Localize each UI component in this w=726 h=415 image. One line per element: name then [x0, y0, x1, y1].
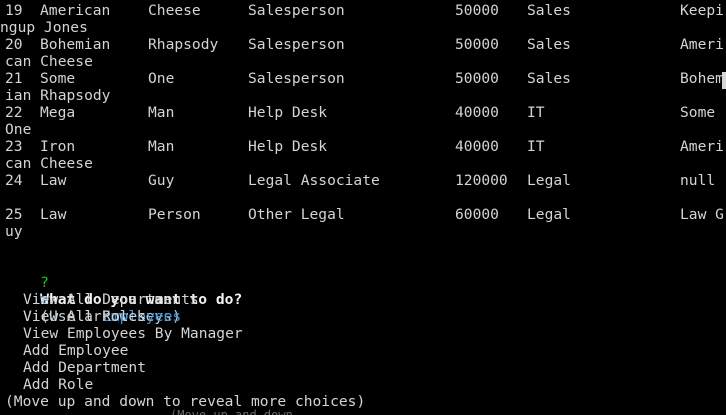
employee-salary: 50000	[455, 2, 499, 19]
scrolled-text-fragment: (Move up and down	[170, 408, 293, 415]
wrapped-line: can Cheese	[5, 53, 93, 70]
employee-department: IT	[527, 104, 545, 121]
employee-manager: Ameri	[680, 36, 724, 53]
employee-id: 22	[5, 104, 23, 121]
employee-department: IT	[527, 138, 545, 155]
employee-id: 23	[5, 138, 23, 155]
employee-last-name: Man	[148, 138, 175, 155]
employee-salary: 40000	[455, 138, 499, 155]
menu-item[interactable]: View Employees By Manager	[23, 325, 243, 342]
prompt-line: ? What do you want to do? (Use arrow key…	[5, 257, 242, 325]
employee-role: Help Desk	[248, 104, 328, 121]
employee-salary: 40000	[455, 104, 499, 121]
employee-role: Salesperson	[248, 70, 345, 87]
employee-salary: 120000	[455, 172, 508, 189]
employee-manager: Ameri	[680, 138, 724, 155]
employee-role: Legal Associate	[248, 172, 380, 189]
table-row: 20 Bohemian Rhapsody Salesperson 50000 S…	[5, 36, 724, 53]
employee-id: 21	[5, 70, 23, 87]
employee-department: Legal	[527, 206, 571, 223]
menu-item[interactable]: Add Employee	[23, 342, 128, 359]
employee-role: Other Legal	[248, 206, 345, 223]
employee-manager: Some	[680, 104, 716, 121]
employee-salary: 50000	[455, 36, 499, 53]
employee-id: 24	[5, 172, 23, 189]
employee-first-name: Law	[40, 172, 67, 189]
employee-first-name: American	[40, 2, 111, 19]
table-row: 19 American Cheese Salesperson 50000 Sal…	[5, 2, 724, 19]
menu-item-selected[interactable]: > View All Employees	[5, 274, 181, 325]
table-row: 21 Some One Salesperson 50000 Sales Bohe…	[5, 70, 724, 87]
employee-first-name: Bohemian	[40, 36, 111, 53]
employee-last-name: Cheese	[148, 2, 201, 19]
wrapped-line: One	[5, 121, 32, 138]
employee-last-name: Rhapsody	[148, 36, 219, 53]
employee-role: Salesperson	[248, 2, 345, 19]
employee-id: 25	[5, 206, 23, 223]
table-row: 24 Law Guy Legal Associate 120000 Legal …	[5, 172, 715, 189]
employee-first-name: Mega	[40, 104, 76, 121]
employee-id: 20	[5, 36, 23, 53]
employee-last-name: Man	[148, 104, 175, 121]
table-row: 22 Mega Man Help Desk 40000 IT Some	[5, 104, 715, 121]
employee-last-name: Guy	[148, 172, 175, 189]
employee-role: Salesperson	[248, 36, 345, 53]
employee-department: Sales	[527, 36, 571, 53]
employee-role: Help Desk	[248, 138, 328, 155]
employee-manager: Law G	[680, 206, 724, 223]
terminal-window[interactable]: 19 American Cheese Salesperson 50000 Sal…	[0, 0, 726, 415]
employee-salary: 60000	[455, 206, 499, 223]
employee-department: Legal	[527, 172, 571, 189]
employee-id: 19	[5, 2, 23, 19]
employee-first-name: Iron	[40, 138, 76, 155]
employee-last-name: One	[148, 70, 175, 87]
menu-item[interactable]: View All Roles	[23, 308, 146, 325]
employee-first-name: Law	[40, 206, 67, 223]
menu-item[interactable]: Add Department	[23, 359, 146, 376]
text-cursor	[722, 72, 726, 89]
employee-department: Sales	[527, 2, 571, 19]
menu-item[interactable]: Add Role	[23, 376, 93, 393]
employee-first-name: Some	[40, 70, 76, 87]
menu-item[interactable]: View All Departments	[23, 291, 199, 308]
table-row: 23 Iron Man Help Desk 40000 IT Ameri	[5, 138, 724, 155]
wrapped-line: can Cheese	[5, 155, 93, 172]
employee-manager: null	[680, 172, 716, 189]
table-row: 25 Law Person Other Legal 60000 Legal La…	[5, 206, 724, 223]
employee-last-name: Person	[148, 206, 201, 223]
wrapped-line: ian Rhapsody	[5, 87, 111, 104]
wrapped-line: uy	[5, 223, 23, 240]
employee-manager: Keepi	[680, 2, 724, 19]
wrapped-line: ngup Jones	[0, 19, 88, 36]
employee-manager: Bohem	[680, 70, 724, 87]
employee-salary: 50000	[455, 70, 499, 87]
employee-department: Sales	[527, 70, 571, 87]
